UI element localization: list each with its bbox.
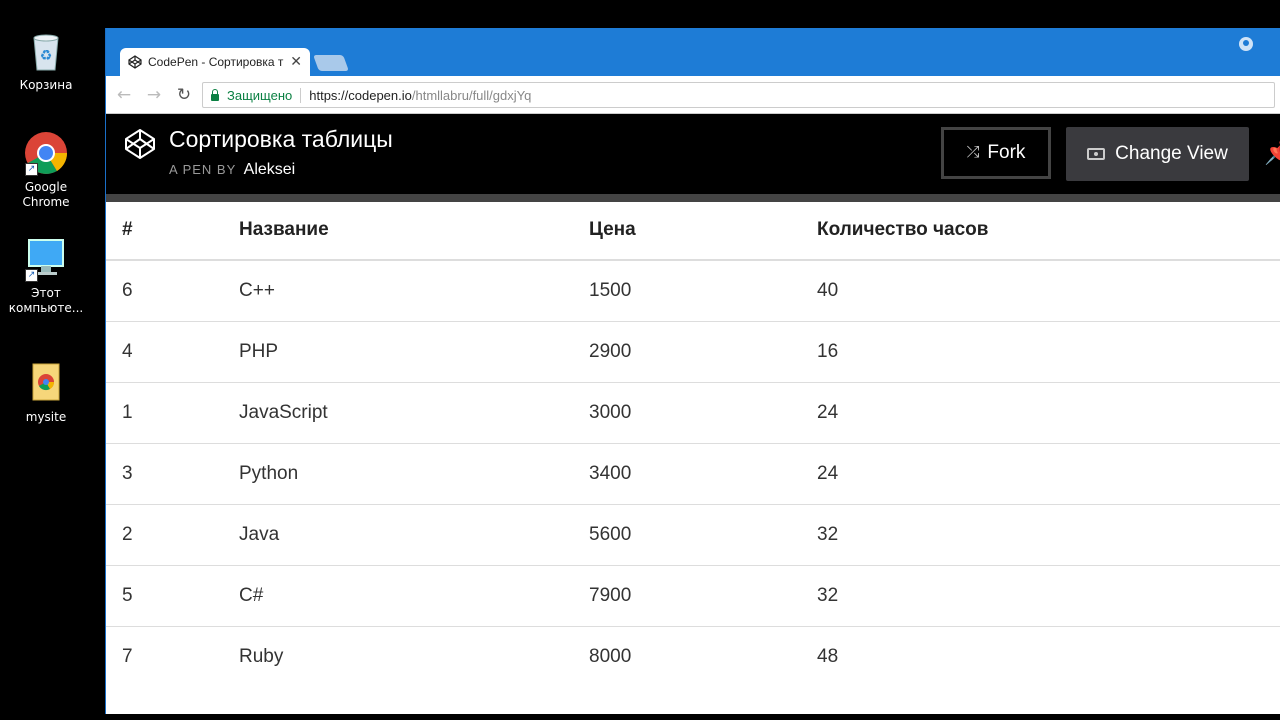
cell-id: 3 bbox=[106, 443, 239, 505]
chrome-icon: ↗ bbox=[23, 130, 69, 176]
profile-icon[interactable] bbox=[1239, 37, 1253, 51]
table-row: 4 PHP 2900 16 bbox=[106, 321, 1280, 383]
table-row: 2 Java 5600 32 bbox=[106, 504, 1280, 566]
sortable-table: # Название Цена Количество часов 6 C++ 1… bbox=[106, 201, 1280, 687]
cell-hours: 16 bbox=[817, 321, 1280, 383]
reload-icon[interactable]: ↻ bbox=[172, 85, 196, 105]
table-row: 3 Python 3400 24 bbox=[106, 443, 1280, 505]
forward-icon[interactable]: → bbox=[142, 85, 166, 105]
cell-id: 4 bbox=[106, 321, 239, 383]
cell-id: 5 bbox=[106, 565, 239, 627]
desktop-icon-label: mysite bbox=[25, 410, 67, 424]
cell-hours: 32 bbox=[817, 504, 1280, 566]
cell-hours: 32 bbox=[817, 565, 1280, 627]
cell-name: Java bbox=[239, 504, 589, 566]
address-bar[interactable]: Защищено https://codepen.io /htmllabru/f… bbox=[202, 82, 1275, 108]
cell-name: Python bbox=[239, 443, 589, 505]
fork-label: Fork bbox=[987, 142, 1026, 163]
desktop-icon-this-computer[interactable]: ↗ Этот компьюте... bbox=[8, 236, 84, 316]
cell-hours: 48 bbox=[817, 646, 839, 667]
pen-title: Сортировка таблицы bbox=[169, 126, 393, 152]
browser-tab[interactable]: CodePen - Сортировка т ✕ bbox=[120, 48, 310, 76]
view-icon bbox=[1087, 148, 1106, 160]
url-path: /htmllabru/full/gdxjYq bbox=[411, 87, 532, 103]
cell-id: 2 bbox=[106, 504, 239, 566]
close-tab-icon[interactable]: ✕ bbox=[290, 54, 302, 70]
table-row: 7 Ruby 8000 48 bbox=[106, 627, 1280, 688]
chrome-folder-icon bbox=[23, 360, 69, 406]
codepen-favicon-icon bbox=[128, 55, 142, 69]
cell-hours: 40 bbox=[817, 260, 1280, 322]
table-header-row: # Название Цена Количество часов bbox=[106, 201, 1280, 261]
shortcut-arrow-icon: ↗ bbox=[25, 269, 38, 282]
change-view-label: Change View bbox=[1115, 143, 1228, 164]
change-view-button[interactable]: Change View bbox=[1066, 127, 1249, 181]
cell-name: C++ bbox=[239, 260, 589, 322]
browser-toolbar: ← → ↻ Защищено https://codepen.io /htmll… bbox=[106, 76, 1280, 114]
cell-price: 5600 bbox=[589, 504, 817, 566]
cell-name: C# bbox=[239, 565, 589, 627]
byline-prefix: A PEN BY bbox=[169, 162, 237, 177]
recycle-bin-icon: ♻ bbox=[23, 28, 69, 74]
codepen-header: Сортировка таблицы A PEN BY Aleksei ⤮ Fo… bbox=[106, 114, 1280, 202]
shortcut-arrow-icon: ↗ bbox=[25, 163, 38, 176]
table-row: 1 JavaScript 3000 24 bbox=[106, 382, 1280, 444]
browser-titlebar: CodePen - Сортировка т ✕ bbox=[106, 28, 1280, 76]
desktop-icon-google-chrome[interactable]: ↗ Google Chrome bbox=[8, 130, 84, 210]
cell-id: 1 bbox=[106, 382, 239, 444]
cell-price: 2900 bbox=[589, 321, 817, 383]
table-row: 6 C++ 1500 40 bbox=[106, 260, 1280, 322]
cell-price: 7900 bbox=[589, 565, 817, 627]
new-tab-button[interactable] bbox=[313, 55, 349, 71]
cell-price: 1500 bbox=[589, 260, 817, 322]
desktop-icon-mysite[interactable]: mysite bbox=[8, 360, 84, 425]
url-host: https://codepen.io bbox=[309, 87, 412, 103]
desktop-icon-label: Корзина bbox=[19, 78, 73, 92]
table-row: 5 C# 7900 32 bbox=[106, 565, 1280, 627]
tab-title: CodePen - Сортировка т bbox=[148, 55, 284, 69]
svg-text:♻: ♻ bbox=[40, 48, 53, 64]
browser-window: CodePen - Сортировка т ✕ ← → ↻ Защищено … bbox=[105, 28, 1280, 714]
pen-result: # Название Цена Количество часов 6 C++ 1… bbox=[106, 201, 1280, 687]
cell-id: 7 bbox=[122, 646, 133, 667]
cell-name: PHP bbox=[239, 321, 589, 383]
desktop-icon-label: Этот компьюте... bbox=[8, 286, 84, 315]
secure-label: Защищено bbox=[227, 87, 302, 103]
back-icon[interactable]: ← bbox=[112, 85, 136, 105]
header-hours[interactable]: Количество часов bbox=[817, 201, 1280, 261]
header-name[interactable]: Название bbox=[239, 201, 589, 261]
cell-price: 8000 bbox=[589, 646, 632, 667]
fork-button[interactable]: ⤮ Fork bbox=[941, 127, 1051, 179]
cell-id: 6 bbox=[106, 260, 239, 322]
cell-price: 3400 bbox=[589, 443, 817, 505]
cell-name: JavaScript bbox=[239, 382, 589, 444]
header-price[interactable]: Цена bbox=[589, 201, 817, 261]
desktop-icon-recycle-bin[interactable]: ♻ Корзина bbox=[8, 28, 84, 93]
cell-hours: 24 bbox=[817, 443, 1280, 505]
header-id[interactable]: # bbox=[106, 201, 239, 261]
codepen-logo-icon[interactable] bbox=[124, 128, 156, 160]
cell-name: Ruby bbox=[239, 646, 284, 667]
desktop-icon-label: Google Chrome bbox=[22, 180, 70, 209]
cell-hours: 24 bbox=[817, 382, 1280, 444]
pin-icon[interactable]: 📌 bbox=[1264, 138, 1280, 166]
cell-price: 3000 bbox=[589, 382, 817, 444]
fork-icon: ⤮ bbox=[966, 144, 980, 161]
pen-byline: A PEN BY Aleksei bbox=[169, 161, 295, 179]
author-link[interactable]: Aleksei bbox=[244, 161, 296, 178]
computer-icon: ↗ bbox=[23, 236, 69, 282]
lock-icon bbox=[211, 88, 219, 101]
